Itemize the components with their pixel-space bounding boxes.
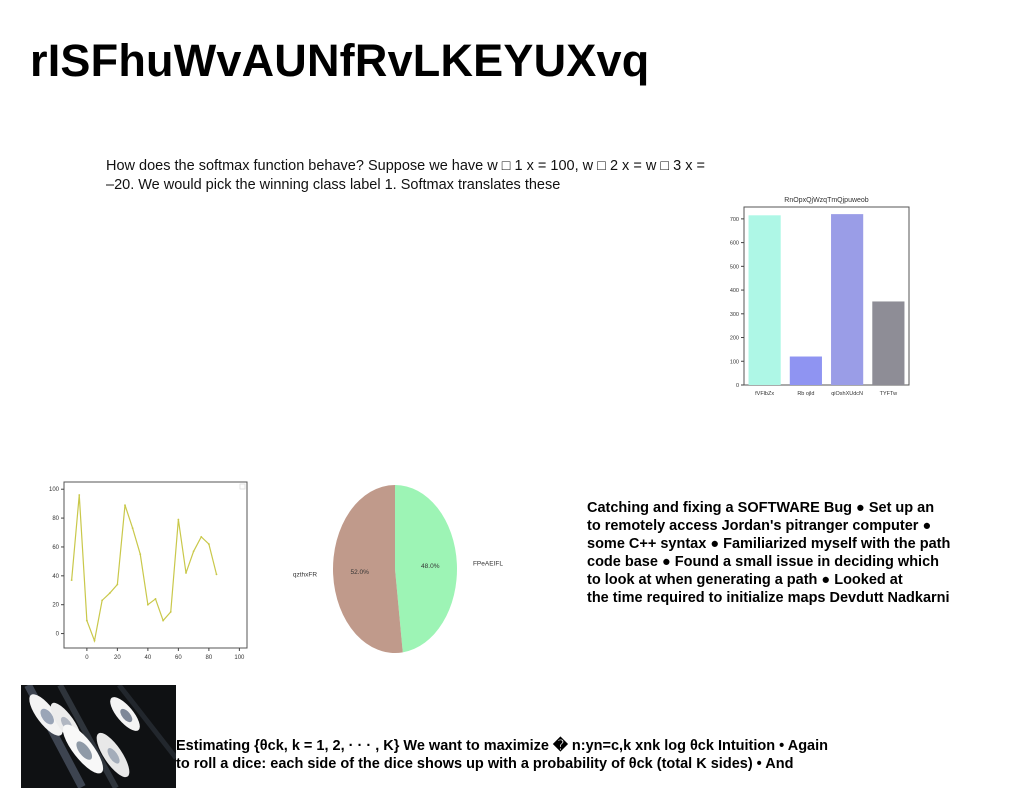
- bar-y-tick-label: 200: [730, 336, 739, 342]
- body-paragraph: How does the softmax function behave? Su…: [106, 158, 705, 193]
- bar-y-tick-label: 400: [730, 288, 739, 294]
- bar-y-tick-label: 700: [730, 217, 739, 223]
- bar-y-tick-label: 600: [730, 241, 739, 247]
- line-x-tick-label: 60: [175, 655, 182, 661]
- line-point: [108, 592, 111, 595]
- line-chart-legend: [239, 483, 246, 490]
- line-point: [116, 583, 119, 586]
- bar-category-label: TYFTw: [880, 391, 897, 397]
- boats-marina-icon: [21, 685, 176, 788]
- line-series: [71, 494, 218, 643]
- bar-y-tick-label: 0: [736, 383, 739, 389]
- line-x-tick-label: 20: [114, 655, 121, 661]
- line-y-tick-label: 80: [52, 516, 59, 522]
- line-x-tick-label: 80: [206, 655, 213, 661]
- line-chart-frame: [63, 481, 248, 649]
- bar-4: [872, 301, 905, 385]
- line-point: [85, 619, 88, 622]
- bar-category-label: fVFlbZx: [755, 391, 774, 397]
- page-title: rISFhuWvAUNfRvLKEYUXvq: [30, 35, 650, 86]
- line-y-tick-label: 100: [49, 487, 60, 493]
- line-point: [154, 598, 157, 600]
- pie-chart: 48.0% FPeAEIFL 52.0% qzthxFR: [293, 485, 503, 653]
- line-point: [146, 603, 149, 606]
- line-y-tick-label: 0: [56, 632, 60, 638]
- bar-1: [748, 215, 781, 385]
- line-point: [169, 611, 172, 613]
- line-chart: 0 20 40 60 80 100 0 20 40 60 80 100: [49, 481, 248, 661]
- line-point: [131, 527, 134, 530]
- bar-3: [831, 214, 864, 385]
- line-point: [200, 535, 203, 538]
- line-y-tick-label: 60: [52, 545, 59, 551]
- line-point: [70, 579, 73, 582]
- bar-y-tick-label: 500: [730, 264, 739, 270]
- right-text-block: Catching and fixing a SOFTWARE Bug ● Set…: [587, 500, 951, 606]
- bar-y-tick-label: 100: [730, 359, 739, 365]
- line-point: [101, 599, 104, 602]
- line-x-tick-label: 100: [234, 655, 245, 661]
- line-point: [185, 572, 187, 574]
- bar-category-label: qiOshXUdcN: [831, 391, 863, 397]
- line-point: [78, 494, 81, 496]
- line-x-tick-label: 40: [145, 655, 152, 661]
- bar-chart-title: RnOpxQjWzqTmQjpuweob: [784, 197, 869, 204]
- line-point: [192, 550, 195, 553]
- line-point: [93, 639, 96, 642]
- pie-percent-label: 52.0%: [351, 569, 370, 576]
- line-point: [162, 619, 165, 622]
- bar-category-label: Rb ojld: [797, 391, 814, 397]
- bar-y-tick-label: 300: [730, 312, 739, 318]
- line-point: [177, 518, 180, 521]
- bar-chart: RnOpxQjWzqTmQjpuweob 0 100 200 300 400 500 600 7…: [730, 197, 910, 397]
- bar-2: [789, 356, 822, 385]
- line-x-tick-label: 0: [85, 655, 89, 661]
- line-point: [139, 553, 142, 556]
- line-y-tick-label: 20: [52, 603, 59, 609]
- line-y-tick-label: 40: [52, 574, 59, 580]
- line-point: [207, 543, 210, 545]
- line-point: [215, 573, 218, 576]
- pie-category-label: FPeAEIFL: [473, 561, 503, 568]
- pie-category-label: qzthxFR: [293, 571, 318, 578]
- marina-photo: [21, 685, 176, 788]
- line-point: [124, 504, 126, 506]
- pie-percent-label: 48.0%: [421, 563, 440, 570]
- bottom-text-block: Estimating {θck, k = 1, 2, · · · , K} We…: [176, 738, 829, 772]
